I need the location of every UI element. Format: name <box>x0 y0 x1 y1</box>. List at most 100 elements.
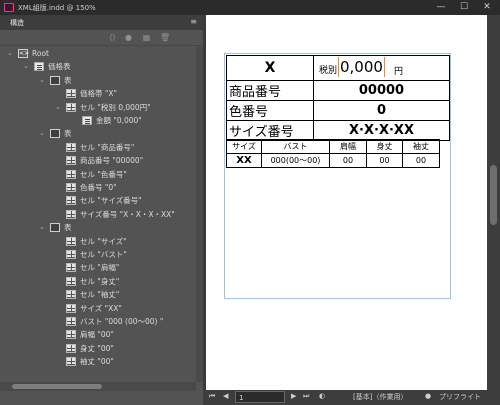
tree-row-label: セル "バスト" <box>80 250 127 259</box>
delete-icon[interactable]: 🗑 <box>160 33 170 42</box>
price-cell[interactable]: 税別 0,000 円 <box>313 55 450 81</box>
tree-row[interactable]: バスト "000 (00～00) " <box>0 315 196 328</box>
size-header-length[interactable]: 身丈 <box>366 139 403 154</box>
next-page-button[interactable]: ▶ <box>291 392 296 400</box>
tree-row[interactable]: セル "身丈" <box>0 275 196 288</box>
tree-row-label: 金額 "0,000" <box>96 116 142 125</box>
prev-page-button[interactable]: ◀ <box>223 392 228 400</box>
price-band-cell[interactable]: X <box>226 55 314 81</box>
tree-row[interactable]: セル "色番号" <box>0 168 196 181</box>
expand-chevron-icon[interactable]: ⌄ <box>22 60 30 73</box>
tree-row[interactable]: 色番号 "0" <box>0 181 196 194</box>
price-prefix: 税別 <box>319 66 338 76</box>
price-suffix: 円 <box>394 67 404 77</box>
document-scroll-thumb[interactable] <box>490 165 497 225</box>
size-value-bust[interactable]: 000(00～00) <box>261 153 330 168</box>
preflight-status-icon[interactable]: ● <box>425 392 431 400</box>
tree-row[interactable]: セル "商品番号" <box>0 141 196 154</box>
tree-row[interactable]: 価格帯 "X" <box>0 87 196 100</box>
tree-row[interactable]: 商品番号 "00000" <box>0 154 196 167</box>
cell-element-icon <box>66 209 76 219</box>
size-header-sleeve[interactable]: 袖丈 <box>402 139 440 154</box>
cell-element-icon <box>66 183 76 192</box>
tree-row[interactable]: セル "サイズ" <box>0 235 196 248</box>
size-number-value[interactable]: X·X·X·XX <box>313 120 450 141</box>
cell-element-icon <box>66 290 76 300</box>
tree-row-label: 価格表 <box>48 62 71 72</box>
color-number-value[interactable]: 0 <box>313 100 450 121</box>
tree-row[interactable]: セル "サイズ番号" <box>0 194 196 207</box>
tree-row-label: 身丈 "00" <box>80 343 114 353</box>
structure-panel-tab[interactable]: 構造 ≡ <box>0 15 203 30</box>
tree-row[interactable]: ⌄ 表 <box>0 127 196 140</box>
cell-element-icon <box>66 236 76 246</box>
window-title-bar: XML組版.indd @ 150% — ☐ ✕ <box>0 0 500 15</box>
expand-chevron-icon[interactable]: ⌄ <box>38 74 46 87</box>
cell-element-icon <box>66 102 76 112</box>
tree-row[interactable]: 肩幅 "00" <box>0 328 196 341</box>
preview-mode-icon[interactable]: ◐ <box>319 392 325 400</box>
size-table[interactable]: サイズ バスト 肩幅 身丈 袖丈 XX 000(00～00) 00 00 00 <box>226 139 440 168</box>
size-value-length[interactable]: 00 <box>366 153 403 168</box>
tree-row[interactable]: ⌄ セル "税別 0,000円" <box>0 101 196 114</box>
tree-row-label: 肩幅 "00" <box>80 330 114 340</box>
minimize-button[interactable]: — <box>430 0 452 15</box>
tag-icon[interactable]: ⟨⟩ <box>108 33 117 42</box>
tree-row[interactable]: サイズ番号 "X・X・X・XX" <box>0 208 196 221</box>
circle-icon[interactable]: ● <box>124 33 133 42</box>
tree-row[interactable]: ⌄ 表 <box>0 74 196 87</box>
expand-chevron-icon[interactable]: ⌄ <box>6 47 14 60</box>
tree-row-label: セル "色番号" <box>80 169 127 179</box>
tree-row-label: セル "身丈" <box>80 276 120 286</box>
price-table[interactable]: X 税別 0,000 円 商品番号 00000 色番号 0 サイズ番号 X·X·… <box>226 55 450 141</box>
close-button[interactable]: ✕ <box>476 0 498 15</box>
last-page-button[interactable]: ⏭ <box>303 392 309 401</box>
color-number-label[interactable]: 色番号 <box>226 100 314 121</box>
tree-row[interactable]: ⌄ 価格表 <box>0 60 196 73</box>
document-vertical-scrollbar[interactable] <box>487 15 500 390</box>
tree-row-label: セル "税別 0,000円" <box>80 102 151 112</box>
tree-row[interactable]: ⌄ 表 <box>0 221 196 234</box>
size-number-label[interactable]: サイズ番号 <box>226 120 314 141</box>
price-amount[interactable]: 0,000 <box>338 57 385 77</box>
tree-row[interactable]: 金額 "0,000" <box>0 114 196 127</box>
scroll-thumb[interactable] <box>12 384 102 389</box>
preflight-label[interactable]: プリフライト <box>439 392 481 402</box>
tree-row-label: 色番号 "0" <box>80 183 117 192</box>
first-page-button[interactable]: ⏮ <box>209 392 215 401</box>
size-header-bust[interactable]: バスト <box>261 139 330 154</box>
structure-toolbar: ⟨⟩ ● ▦ 🗑 <box>0 30 203 46</box>
tree-row[interactable]: セル "バスト" <box>0 248 196 261</box>
tree-row[interactable]: セル "袖丈" <box>0 288 196 301</box>
size-value-size[interactable]: XX <box>226 153 262 168</box>
indesign-app-icon <box>4 3 14 12</box>
tree-row[interactable]: サイズ "XX" <box>0 302 196 315</box>
size-value-shoulder[interactable]: 00 <box>329 153 367 168</box>
tree-row-label: セル "サイズ" <box>80 236 127 246</box>
tree-row-label: セル "肩幅" <box>80 263 120 273</box>
size-header-shoulder[interactable]: 肩幅 <box>329 139 367 154</box>
new-element-icon[interactable]: ▦ <box>142 33 151 42</box>
size-value-sleeve[interactable]: 00 <box>402 153 440 168</box>
tree-row[interactable]: 袖丈 "00" <box>0 355 196 368</box>
table-element-icon <box>50 223 60 233</box>
hamburger-icon[interactable]: ≡ <box>190 17 197 26</box>
size-header-size[interactable]: サイズ <box>226 139 262 154</box>
page-number-field[interactable]: 1 <box>235 391 285 403</box>
tree-row[interactable]: セル "肩幅" <box>0 261 196 274</box>
master-page-label[interactable]: [基本]（作業用） <box>353 392 407 402</box>
tree-horizontal-scrollbar[interactable] <box>0 382 196 391</box>
tree-row-label: 商品番号 "00000" <box>80 156 144 166</box>
product-number-value[interactable]: 00000 <box>313 80 450 101</box>
tree-row[interactable]: ⌄ <> Root <box>0 47 196 60</box>
cell-element-icon <box>66 276 76 286</box>
product-number-label[interactable]: 商品番号 <box>226 80 314 101</box>
cell-element-icon <box>66 250 76 259</box>
window-title: XML組版.indd @ 150% <box>18 4 96 12</box>
expand-chevron-icon[interactable]: ⌄ <box>38 221 46 234</box>
maximize-button[interactable]: ☐ <box>453 0 475 15</box>
tree-row[interactable]: 身丈 "00" <box>0 342 196 355</box>
expand-chevron-icon[interactable]: ⌄ <box>38 127 46 140</box>
tree-vertical-scrollbar[interactable] <box>196 47 203 382</box>
expand-chevron-icon[interactable]: ⌄ <box>54 101 62 114</box>
